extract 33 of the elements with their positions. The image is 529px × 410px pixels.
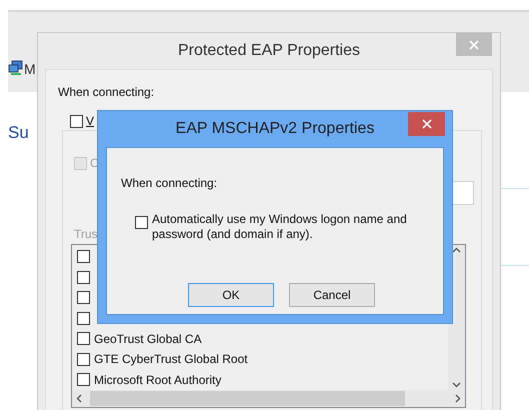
close-icon [422,119,432,129]
window-heading: M [24,61,36,78]
network-icon [8,60,24,76]
checkbox[interactable] [77,291,90,304]
list-item[interactable]: GTE CyberTrust Global Root [94,350,248,368]
scroll-right-icon[interactable] [455,394,461,403]
checkbox[interactable] [77,250,90,264]
section-label: When connecting: [121,175,218,192]
list-item[interactable]: GeoTrust Global CA [94,330,202,348]
horizontal-scrollbar[interactable] [72,390,465,407]
scroll-down-icon[interactable] [452,382,461,388]
checkbox[interactable] [77,332,90,346]
checkbox[interactable] [77,270,90,284]
checkbox[interactable] [135,216,148,229]
scrollbar-thumb[interactable] [90,391,405,406]
checkbox-label: Automatically use my Windows logon name and password (and domain if any). [152,212,408,242]
checkbox-label: V [86,114,94,128]
scroll-up-icon[interactable] [452,247,461,253]
checkbox[interactable] [77,352,90,366]
window-title: EAP MSCHAPv2 Properties [176,119,374,139]
dialog-button[interactable]: OK [188,283,274,307]
scroll-left-icon[interactable] [76,394,82,403]
window-title: Protected EAP Properties [178,41,360,61]
link-text[interactable]: Su [8,120,29,146]
list-label: Trus [74,226,98,243]
close-button[interactable] [408,112,445,136]
checkbox[interactable] [70,114,83,128]
list-item[interactable]: Microsoft Root Authority [94,370,222,389]
section-label: When connecting: [58,84,154,101]
checkbox[interactable] [77,373,90,386]
close-icon [469,40,479,50]
dialog-button[interactable]: Cancel [289,283,375,307]
checkbox[interactable] [77,312,90,325]
